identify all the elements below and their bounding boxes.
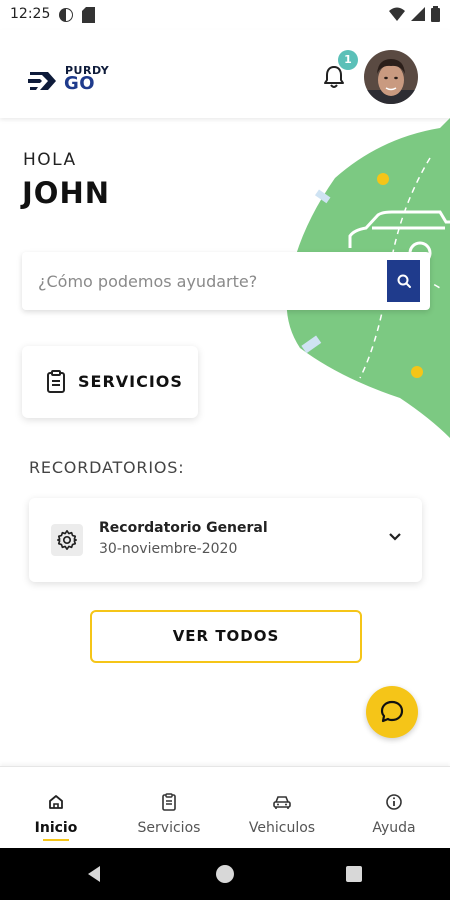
clipboard-icon [47,370,65,393]
clipboard-icon [162,793,176,811]
info-icon [386,794,402,810]
reminders-title: RECORDATORIOS: [29,458,185,477]
chat-button[interactable] [366,686,418,738]
avatar[interactable] [364,50,418,104]
reminder-card[interactable]: Recordatorio General 30-noviembre-2020 [29,498,422,582]
user-photo [364,50,418,104]
nav-label-servicios: Servicios [137,820,201,836]
logo-bottom-text: GO [64,73,96,94]
home-button[interactable] [216,865,234,883]
system-nav-bar [0,848,450,900]
user-name: JOHN [22,176,110,210]
reminder-title: Recordatorio General [99,520,268,536]
nav-item-servicios[interactable]: Servicios [113,767,225,849]
car-icon [273,796,291,809]
gear-icon [57,530,77,550]
nav-item-inicio[interactable]: Inicio [0,767,112,849]
search-icon [397,274,411,288]
reminder-icon-box [51,524,83,556]
active-indicator [43,839,69,841]
nav-label-inicio: Inicio [34,820,78,836]
services-button[interactable]: SERVICIOS [22,346,198,418]
status-time: 12:25 [10,6,51,22]
battery-icon [431,6,440,22]
bottom-nav: Inicio Servicios Vehiculos Ayuda [0,766,450,848]
logo-arrows-icon [28,72,56,90]
home-content: HOLA JOHN SERVICIOS RECORDATORIOS: Recor… [0,118,450,766]
search-input[interactable] [38,252,378,310]
back-icon[interactable] [86,865,102,883]
chevron-down-icon[interactable] [388,532,402,542]
nav-label-ayuda: Ayuda [372,820,416,836]
nav-item-ayuda[interactable]: Ayuda [338,767,450,849]
view-all-button[interactable]: VER TODOS [90,610,362,663]
status-bar: 12:25 [0,0,450,30]
services-label: SERVICIOS [78,372,183,391]
notification-badge: 1 [338,50,358,70]
wifi-icon [389,7,405,21]
app-header: PURDY GO 1 [0,30,450,118]
status-left-icons [58,7,95,23]
data-saver-icon [59,8,73,22]
chat-bubble-icon [380,700,404,723]
nav-item-vehiculos[interactable]: Vehiculos [226,767,338,849]
signal-icon [411,7,425,21]
greeting-text: HOLA [23,150,77,170]
home-icon [49,795,63,809]
status-right-icons [389,6,440,22]
search-bar [22,252,430,310]
search-button[interactable] [387,260,420,302]
recent-apps-button[interactable] [346,866,362,882]
nav-label-vehiculos: Vehiculos [248,820,316,836]
purdy-go-logo[interactable]: PURDY GO [28,62,128,98]
sd-card-icon [82,7,95,23]
reminder-date: 30-noviembre-2020 [99,541,238,557]
